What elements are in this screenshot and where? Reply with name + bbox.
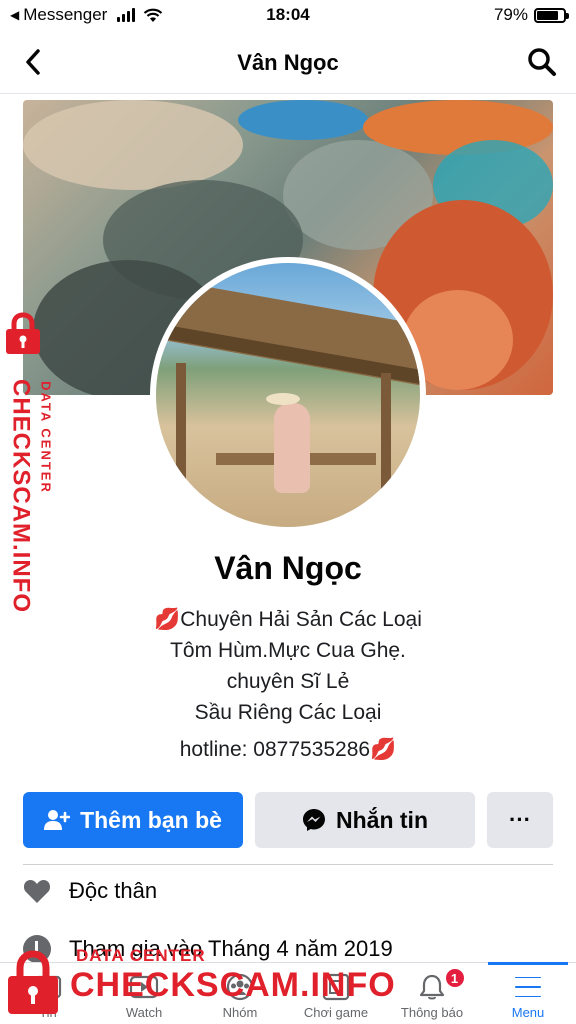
profile-avatar[interactable] (150, 257, 426, 533)
battery-icon (534, 7, 569, 23)
menu-icon (513, 973, 543, 1001)
notification-badge: 1 (443, 967, 466, 989)
bio-line: Sầu Riêng Các Loại (194, 701, 382, 724)
profile-bio: 💋Chuyên Hải Sản Các Loại Tôm Hùm.Mực Cua… (0, 604, 576, 765)
relationship-text: Độc thân (69, 878, 158, 903)
add-friend-label: Thêm bạn bè (80, 806, 222, 833)
add-friend-icon (44, 810, 71, 830)
watermark-bottom-sub: DATA CENTER (76, 946, 206, 965)
status-time: 18:04 (266, 5, 310, 24)
tab-label: Menu (511, 1005, 545, 1020)
lock-icon (8, 950, 58, 1014)
divider (23, 864, 553, 865)
add-friend-button[interactable]: Thêm bạn bè (23, 792, 243, 848)
more-options-button[interactable]: ··· (487, 792, 553, 848)
status-bar: ◀ Messenger 18:04 79% (0, 0, 576, 30)
bio-line: Tôm Hùm.Mực Cua Ghẹ. (170, 639, 406, 662)
messenger-icon (303, 809, 325, 831)
search-icon (528, 48, 556, 76)
watermark-side-main: CHECKSCAM.INFO (7, 379, 35, 613)
battery-percent: 79% (493, 5, 528, 24)
avatar-photo (156, 263, 420, 527)
tab-label: Thông báo (400, 1005, 464, 1020)
message-label: Nhắn tin (336, 806, 428, 833)
watermark-side-sub: DATA CENTER (38, 381, 54, 494)
profile-actions: Thêm bạn bè Nhắn tin ··· (23, 792, 553, 848)
watermark-side: DATA CENTER CHECKSCAM.INFO (3, 312, 63, 613)
watermark-bottom-main: CHECKSCAM.INFO (70, 966, 396, 1004)
message-button[interactable]: Nhắn tin (255, 792, 475, 848)
battery-status: 79% (493, 5, 569, 25)
watermark-bottom: DATA CENTER CHECKSCAM.INFO (4, 940, 395, 1020)
heart-icon (23, 880, 51, 903)
page-title: Vân Ngọc (237, 50, 339, 75)
more-icon: ··· (509, 807, 531, 832)
tab-notifications[interactable]: 1 Thông báo (384, 963, 480, 1024)
bell-icon (417, 973, 447, 1001)
search-button[interactable] (526, 46, 558, 78)
bio-line: chuyên Sĩ Lẻ (226, 670, 350, 693)
info-relationship: Độc thân (23, 878, 157, 904)
top-nav: Vân Ngọc (0, 38, 576, 94)
tab-menu[interactable]: Menu (480, 962, 576, 1024)
lock-icon (6, 312, 40, 354)
bio-line: 💋Chuyên Hải Sản Các Loại (154, 608, 422, 631)
profile-name: Vân Ngọc (214, 550, 362, 586)
bio-hotline: hotline: 0877535286💋 (179, 738, 397, 761)
